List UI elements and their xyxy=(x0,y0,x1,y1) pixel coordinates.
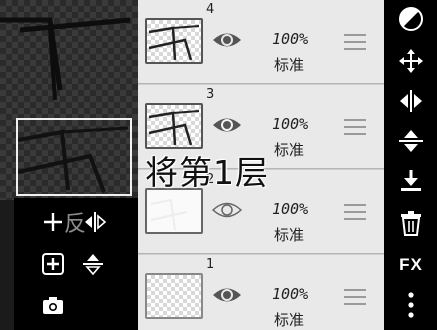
layer-blend-mode[interactable]: 标准 xyxy=(274,224,304,245)
layer-blend-mode[interactable]: 标准 xyxy=(274,139,304,160)
flip-vertical-icon[interactable] xyxy=(392,126,430,156)
layer-blend-mode[interactable]: 标准 xyxy=(274,54,304,75)
fx-button[interactable]: FX xyxy=(392,250,430,280)
trash-icon[interactable] xyxy=(392,208,430,238)
visibility-eye-icon[interactable] xyxy=(212,285,242,305)
merge-down-icon[interactable] xyxy=(392,166,430,196)
canvas-area[interactable]: 反 xyxy=(0,0,138,330)
add-image-layer-icon[interactable] xyxy=(38,250,68,278)
drag-handle-icon[interactable] xyxy=(344,34,366,50)
drag-handle-icon[interactable] xyxy=(344,119,366,135)
layer-number: 4 xyxy=(206,2,215,17)
overlay-caption-small: 反 xyxy=(64,212,87,237)
visibility-eye-icon[interactable] xyxy=(212,115,242,135)
layer-thumbnail[interactable] xyxy=(145,18,203,64)
layer-row[interactable]: 4 100% 标准 xyxy=(138,0,384,84)
layer-blend-mode[interactable]: 标准 xyxy=(274,309,304,330)
layer-row[interactable]: 1 100% 标准 xyxy=(138,255,384,330)
camera-icon[interactable] xyxy=(38,292,68,320)
flip-horizontal-icon[interactable] xyxy=(392,86,430,116)
more-vertical-icon[interactable] xyxy=(392,290,430,320)
move-icon[interactable] xyxy=(392,46,430,76)
layer-thumbnail[interactable] xyxy=(145,273,203,319)
visibility-eye-icon[interactable] xyxy=(212,30,242,50)
flip-vertical-icon[interactable] xyxy=(78,250,108,278)
layer-opacity[interactable]: 100% xyxy=(272,30,308,48)
right-toolbar: FX xyxy=(384,0,437,330)
canvas-preview-thumbnail[interactable] xyxy=(16,118,132,196)
overlay-caption: 将第1层 xyxy=(145,153,269,192)
layer-opacity[interactable]: 100% xyxy=(272,115,308,133)
layer-number: 1 xyxy=(206,257,215,272)
drag-handle-icon[interactable] xyxy=(344,289,366,305)
visibility-eye-off-icon[interactable] xyxy=(211,200,243,220)
layer-thumbnail[interactable] xyxy=(145,103,203,149)
blend-mode-icon[interactable] xyxy=(392,4,430,34)
layer-opacity[interactable]: 100% xyxy=(272,285,308,303)
layer-opacity[interactable]: 100% xyxy=(272,200,308,218)
layer-number: 3 xyxy=(206,87,215,102)
drag-handle-icon[interactable] xyxy=(344,204,366,220)
layer-thumbnail[interactable] xyxy=(145,188,203,234)
